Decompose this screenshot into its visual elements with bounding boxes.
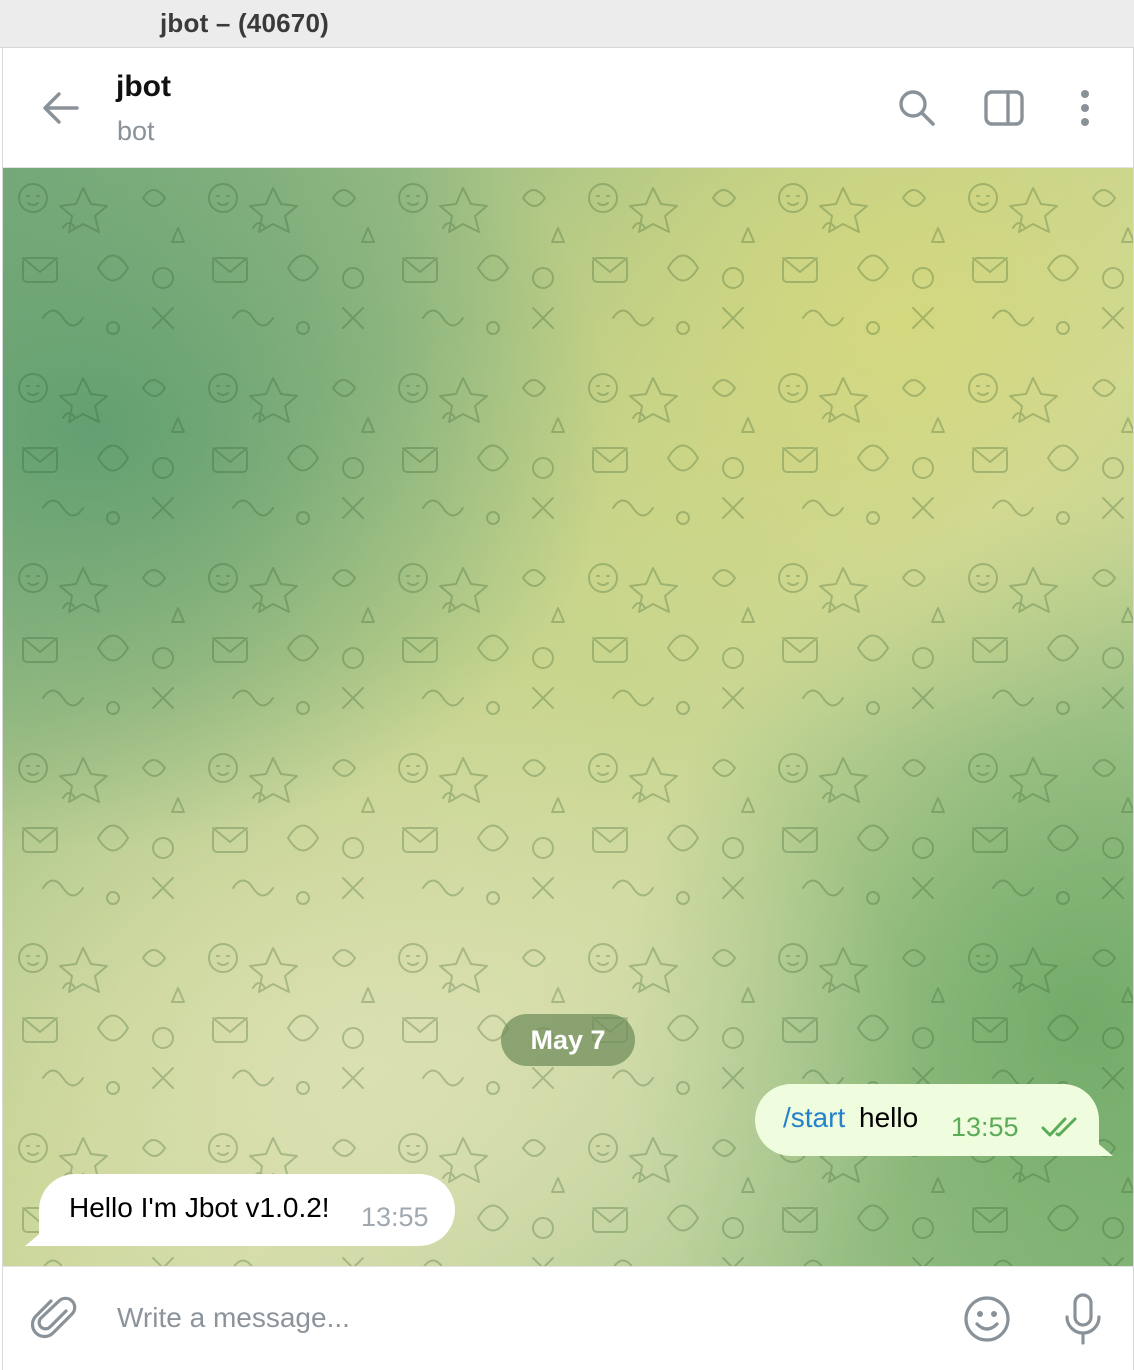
back-button[interactable] <box>37 86 87 130</box>
window-titlebar: jbot – (40670) <box>0 0 1134 48</box>
more-vertical-icon <box>1081 90 1089 126</box>
message-text: Hello I'm Jbot v1.0.2! <box>69 1192 330 1223</box>
chat-status: bot <box>117 116 155 146</box>
message-input[interactable] <box>117 1295 937 1341</box>
microphone-icon <box>1065 1293 1101 1345</box>
message-list[interactable]: May 7 /start hello 13:55 Hello I'm Jbot … <box>3 168 1133 1266</box>
bot-command-link[interactable]: /start <box>783 1102 845 1134</box>
sidebar-toggle-button[interactable] <box>979 84 1027 132</box>
emoji-button[interactable] <box>961 1293 1013 1345</box>
message-composer <box>3 1266 1133 1370</box>
message-outgoing[interactable]: /start hello 13:55 <box>755 1084 1099 1156</box>
attach-button[interactable] <box>30 1293 81 1343</box>
more-options-button[interactable] <box>1061 84 1109 132</box>
search-button[interactable] <box>893 84 941 132</box>
search-icon <box>899 90 935 126</box>
sidebar-toggle-icon <box>984 90 1024 126</box>
window-title: jbot – (40670) <box>160 8 329 38</box>
chat-header: jbot bot <box>3 48 1133 168</box>
emoji-icon <box>964 1296 1010 1342</box>
chat-title[interactable]: jbot <box>116 70 171 104</box>
voice-record-button[interactable] <box>1059 1291 1107 1347</box>
chat-window: jbot bot May 7 /start hello 13:55 Hello … <box>2 48 1134 1370</box>
double-check-icon <box>1041 1117 1077 1137</box>
message-incoming[interactable]: Hello I'm Jbot v1.0.2! 13:55 <box>39 1174 455 1246</box>
paperclip-icon <box>30 1296 77 1339</box>
message-text: hello <box>859 1102 919 1133</box>
message-time: 13:55 <box>951 1112 1019 1142</box>
message-time: 13:55 <box>361 1202 429 1232</box>
back-arrow-icon <box>43 92 79 124</box>
date-separator: May 7 <box>501 1014 635 1066</box>
